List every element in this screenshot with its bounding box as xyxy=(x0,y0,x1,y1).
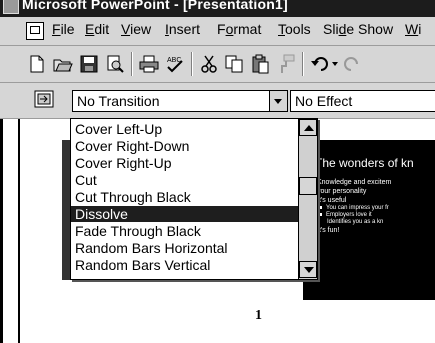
window-title: Microsoft PowerPoint - [Presentation1] xyxy=(22,0,288,12)
slide-sub-bullet: Identifies you as a kn xyxy=(327,219,384,225)
format-painter-icon[interactable] xyxy=(276,54,296,74)
slide-bullet-list: Knowledge and excitem your personality I… xyxy=(309,178,391,235)
menu-edit[interactable]: Edit xyxy=(85,21,109,37)
redo-icon[interactable] xyxy=(342,54,362,74)
scroll-down-icon[interactable] xyxy=(299,261,317,278)
toolbar-separator xyxy=(191,52,193,76)
undo-dropdown-icon[interactable] xyxy=(332,62,338,66)
spelling-icon[interactable]: ABC xyxy=(165,54,185,74)
list-item[interactable]: Cut xyxy=(71,172,302,188)
slide-number: 1 xyxy=(255,308,262,323)
copy-icon[interactable] xyxy=(224,54,244,74)
list-item[interactable]: Random Bars Horizontal xyxy=(71,240,302,256)
menu-window[interactable]: Wi xyxy=(405,21,421,37)
new-icon[interactable] xyxy=(27,54,47,74)
menu-slide-show[interactable]: Slide Show xyxy=(323,21,393,37)
cut-icon[interactable] xyxy=(199,54,219,74)
list-item[interactable]: Cover Right-Down xyxy=(71,138,302,154)
transition-select-value: No Transition xyxy=(77,93,160,109)
menu-view[interactable]: View xyxy=(121,21,151,37)
save-icon[interactable] xyxy=(79,54,99,74)
list-item[interactable]: Fade Through Black xyxy=(71,223,302,239)
list-item[interactable]: Cover Right-Up xyxy=(71,155,302,171)
slide-title: The wonders of kn xyxy=(315,156,414,170)
toolbar-separator xyxy=(131,52,133,76)
slide-sub-bullet: Employers love it xyxy=(309,212,391,219)
list-item-selected[interactable]: Dissolve xyxy=(71,206,302,222)
dropdown-scrollbar[interactable] xyxy=(298,119,317,279)
menu-insert[interactable]: Insert xyxy=(165,21,200,37)
print-icon[interactable] xyxy=(139,54,159,74)
scroll-up-icon[interactable] xyxy=(299,119,317,136)
text-effect-select[interactable]: No Effect xyxy=(290,90,435,112)
title-bar[interactable]: Microsoft PowerPoint - [Presentation1] xyxy=(0,0,435,17)
menu-bar: File Edit View Insert Format Tools Slide… xyxy=(0,17,435,46)
transition-select[interactable]: No Transition xyxy=(72,90,288,112)
print-preview-icon[interactable] xyxy=(105,54,125,74)
scroll-thumb[interactable] xyxy=(299,177,317,195)
transition-dropdown-list[interactable]: Cover Left-Up Cover Right-Down Cover Rig… xyxy=(70,118,318,280)
toolbar-separator xyxy=(302,52,304,76)
menu-format[interactable]: Format xyxy=(217,21,261,37)
menu-tools[interactable]: Tools xyxy=(278,21,311,37)
slide-bullet: Knowledge and excitem xyxy=(309,178,391,187)
slide-thumbnail-edge xyxy=(62,140,70,280)
text-effect-select-value: No Effect xyxy=(295,93,353,109)
slide-sub-bullet: You can impress your fr xyxy=(309,205,391,212)
document-control-icon[interactable] xyxy=(26,22,44,40)
list-item[interactable]: Cover Left-Up xyxy=(71,121,302,137)
slide-bullet: your personality xyxy=(317,188,367,195)
menu-file[interactable]: File xyxy=(52,21,75,37)
powerpoint-app-icon[interactable] xyxy=(3,0,19,14)
list-item[interactable]: Random Bars Vertical xyxy=(71,257,302,273)
chevron-down-icon[interactable] xyxy=(269,91,287,111)
standard-toolbar: ABC xyxy=(0,46,435,83)
slide-transition-icon[interactable] xyxy=(34,90,54,108)
list-item[interactable]: Cut Through Black xyxy=(71,189,302,205)
slide-thumbnail[interactable]: The wonders of kn Knowledge and excitem … xyxy=(303,140,435,300)
slide-bullet: It's fun! xyxy=(309,226,391,235)
slide-sorter-toolbar: No Transition No Effect xyxy=(0,83,435,119)
open-icon[interactable] xyxy=(53,54,73,74)
workspace-left-border xyxy=(18,119,20,343)
slide-bullet: It's useful xyxy=(309,196,391,205)
paste-icon[interactable] xyxy=(250,54,270,74)
undo-icon[interactable] xyxy=(310,54,330,74)
